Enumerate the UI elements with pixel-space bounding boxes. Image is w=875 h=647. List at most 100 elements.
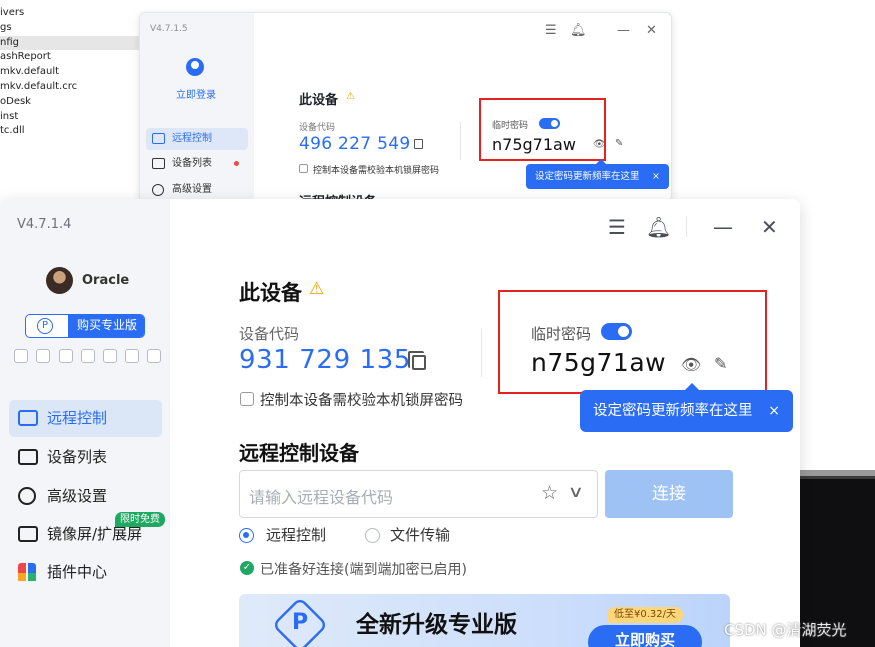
remote-code-input[interactable]: 请输入远程设备代码 ☆ ∨ <box>239 470 598 518</box>
minimize-icon[interactable]: — <box>713 215 733 239</box>
nav-label: 镜像屏/扩展屏 <box>47 525 143 543</box>
star-icon[interactable]: ☆ <box>541 482 558 504</box>
warning-icon[interactable]: ⚠ <box>309 279 324 299</box>
divider <box>460 122 461 160</box>
tooltip-close-icon[interactable]: × <box>652 164 660 189</box>
password-tooltip: 设定密码更新频率在这里 × <box>526 159 669 189</box>
free-badge: 限时免费 <box>115 512 165 527</box>
radio-remote-control[interactable] <box>239 528 254 543</box>
file-item[interactable]: oDesk <box>0 95 140 110</box>
close-icon[interactable]: ✕ <box>761 215 778 239</box>
banner-title: 全新升级专业版 <box>356 612 517 638</box>
divider <box>686 217 687 237</box>
nav-device-list[interactable]: 设备列表 <box>146 153 248 175</box>
more-icon[interactable] <box>147 349 161 363</box>
radio-file-transfer[interactable] <box>365 528 380 543</box>
file-explorer-list: ivers gs nfig ashReport mkv.default mkv.… <box>0 0 140 200</box>
tooltip-close-icon[interactable]: × <box>768 390 780 432</box>
radio-label[interactable]: 文件传输 <box>390 524 450 545</box>
screen-icon[interactable] <box>36 349 50 363</box>
nav-label: 高级设置 <box>47 487 108 505</box>
tooltip-text: 设定密码更新频率在这里 <box>535 171 640 182</box>
user-icon[interactable] <box>186 58 204 76</box>
page-title: 此设备 <box>299 93 339 108</box>
nav-label: 高级设置 <box>172 184 212 195</box>
price-tag: 低至¥0.32/天 <box>607 607 683 623</box>
nav-label: 插件中心 <box>47 563 108 581</box>
file-item[interactable]: mkv.default.crc <box>0 80 140 95</box>
nav-advanced-settings[interactable]: 高级设置 <box>146 179 248 201</box>
nav-advanced-settings[interactable]: 高级设置 <box>9 478 162 515</box>
buy-pro-button[interactable]: P 购买专业版 <box>25 314 145 338</box>
pro-icon: P <box>37 318 53 334</box>
bell-icon[interactable]: 🔔︎ <box>646 215 671 239</box>
nav-label: 设备列表 <box>47 448 108 466</box>
nav-label: 远程控制 <box>47 409 108 427</box>
nav-remote-control[interactable]: 远程控制 <box>146 128 248 150</box>
highlight-box <box>479 98 606 161</box>
close-icon[interactable]: ✕ <box>646 23 657 38</box>
login-link[interactable]: 立即登录 <box>176 86 216 101</box>
checkbox-label: 控制本设备需校验本机锁屏密码 <box>313 166 440 176</box>
window-icon[interactable] <box>59 349 73 363</box>
menu-icon[interactable]: ☰ <box>545 23 557 38</box>
file-item[interactable]: gs <box>0 21 140 36</box>
copy-icon[interactable] <box>81 349 95 363</box>
file-item[interactable]: ivers <box>0 6 140 21</box>
notification-dot <box>234 161 239 166</box>
radio-label[interactable]: 远程控制 <box>266 524 326 545</box>
connect-button[interactable]: 连接 <box>605 470 733 518</box>
tooltip-text: 设定密码更新频率在这里 <box>593 403 753 419</box>
sidebar: V4.7.1.5 立即登录 远程控制 设备列表 高级设置 <box>140 13 254 201</box>
copy-icon[interactable] <box>414 139 423 149</box>
buy-now-button[interactable]: 立即购买 <box>588 625 702 647</box>
device-code: 496 227 549 <box>299 134 411 154</box>
buy-pro-label: 购买专业版 <box>68 315 144 337</box>
upgrade-banner[interactable]: P 全新升级专业版 低至¥0.32/天 立即购买 <box>239 594 730 647</box>
devices-icon <box>152 158 165 169</box>
file-item[interactable]: inst <box>0 110 140 125</box>
nav-label: 设备列表 <box>172 158 212 169</box>
bell-icon[interactable]: 🔔︎ <box>570 23 587 38</box>
devices-icon <box>18 449 38 465</box>
file-item[interactable]: tc.dll <box>0 124 140 139</box>
nav-remote-control[interactable]: 远程控制 <box>9 400 162 437</box>
file-item[interactable]: ashReport <box>0 50 140 65</box>
connection-status: 已准备好连接(端到端加密已启用) <box>260 562 467 578</box>
edit-icon[interactable]: ✎ <box>615 138 623 149</box>
chevron-down-icon[interactable]: ∨ <box>568 482 584 501</box>
device-code-label: 设备代码 <box>299 123 336 133</box>
input-placeholder: 请输入远程设备代码 <box>249 488 394 507</box>
minimize-icon[interactable]: — <box>617 23 630 38</box>
todesk-window-back: V4.7.1.5 立即登录 远程控制 设备列表 高级设置 ☰ 🔔︎ — ✕ 此设… <box>139 12 672 202</box>
section-title: 远程控制设备 <box>239 441 359 465</box>
nav-device-list[interactable]: 设备列表 <box>9 439 162 476</box>
monitor-icon <box>18 410 38 426</box>
watermark: CSDN @清湖荧光 <box>724 621 847 639</box>
monitor-icon <box>152 133 165 144</box>
version-label: V4.7.1.5 <box>150 24 188 34</box>
username[interactable]: Oracle <box>82 273 129 288</box>
lock-password-checkbox[interactable] <box>299 164 308 173</box>
divider <box>481 329 482 377</box>
menu-icon[interactable]: ☰ <box>608 215 626 239</box>
nav-plugin-center[interactable]: 插件中心 <box>9 554 162 591</box>
file-item[interactable]: nfig <box>0 35 140 51</box>
bell-icon[interactable] <box>103 349 117 363</box>
copy-icon[interactable] <box>408 351 426 370</box>
gamepad-icon[interactable] <box>14 349 28 363</box>
avatar[interactable] <box>46 267 73 294</box>
file-item[interactable]: mkv.default <box>0 65 140 80</box>
desktop-background <box>672 0 875 200</box>
gear-icon[interactable] <box>125 349 139 363</box>
sidebar: V4.7.1.4 Oracle P 购买专业版 远程控制 设备列表 高级设置 镜… <box>0 199 170 647</box>
check-circle-icon: ✓ <box>240 561 254 575</box>
version-label: V4.7.1.4 <box>17 217 72 232</box>
device-code-label: 设备代码 <box>239 325 300 343</box>
highlight-box <box>498 290 767 394</box>
settings-icon <box>152 184 164 196</box>
settings-icon <box>18 487 36 505</box>
warning-icon[interactable]: ⚠ <box>346 91 355 102</box>
mirror-icon <box>18 526 38 542</box>
lock-password-checkbox[interactable] <box>240 392 254 406</box>
